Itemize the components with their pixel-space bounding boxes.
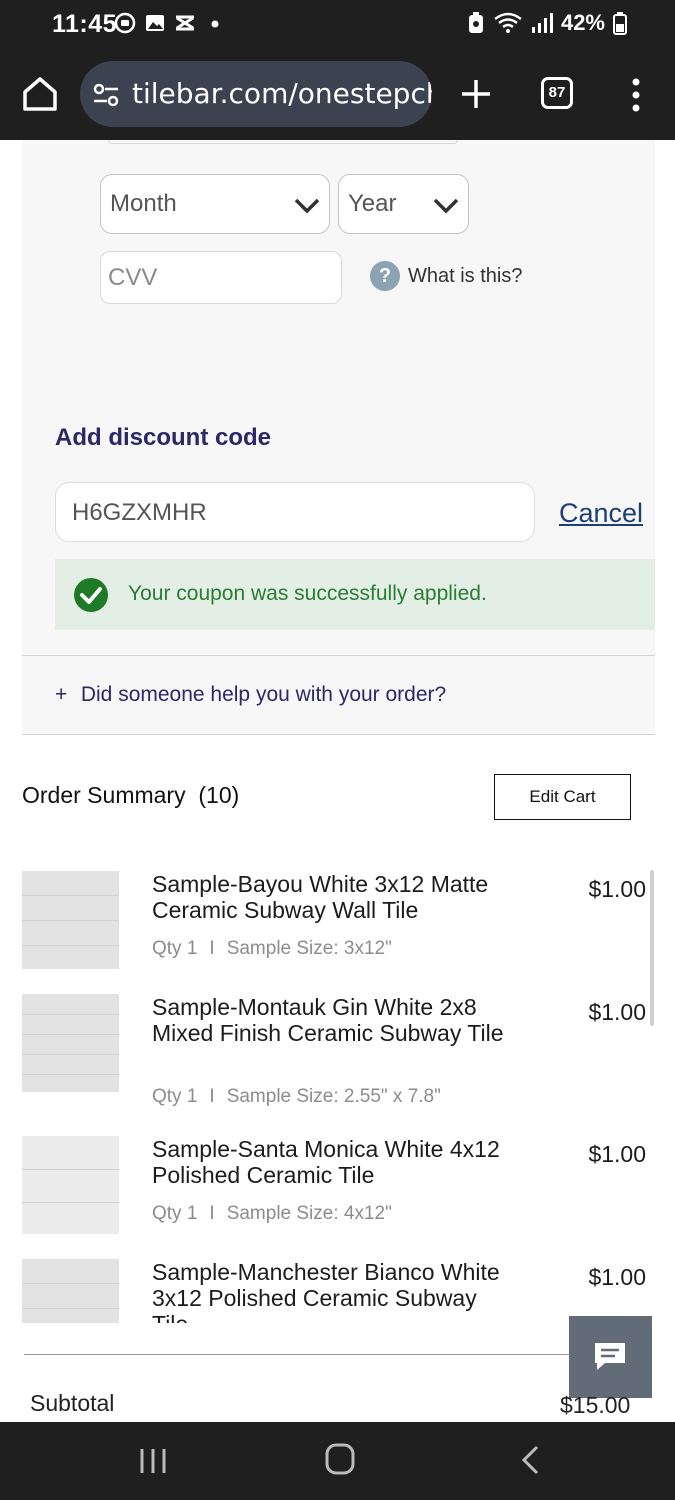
product-thumbnail[interactable] xyxy=(22,1136,119,1234)
product-thumbnail[interactable] xyxy=(22,871,119,969)
meta-separator: I xyxy=(209,1086,215,1107)
order-summary-title: Order Summary (10) xyxy=(22,782,239,809)
product-name[interactable]: Sample-Santa Monica White 4x12 Polished … xyxy=(152,1136,512,1188)
product-qty: Qty 1 xyxy=(152,1203,198,1224)
order-helper-toggle[interactable]: + Did someone help you with your order? xyxy=(55,683,446,707)
cvv-input[interactable]: CVV xyxy=(100,251,342,304)
product-qty: Qty 1 xyxy=(152,1086,198,1107)
back-icon[interactable] xyxy=(518,1444,542,1476)
divider xyxy=(22,655,655,656)
cart-list-scrollbar[interactable] xyxy=(650,870,654,1026)
battery-saver-icon xyxy=(468,12,483,33)
dot-icon xyxy=(211,20,219,28)
cart-item: Sample-Bayou White 3x12 Matte Ceramic Su… xyxy=(22,871,652,981)
cart-items-list[interactable]: Sample-Bayou White 3x12 Matte Ceramic Su… xyxy=(0,860,675,1323)
order-summary-count: (10) xyxy=(198,782,240,808)
cart-item: Sample-Santa Monica White 4x12 Polished … xyxy=(22,1136,652,1246)
chat-button[interactable] xyxy=(569,1316,652,1398)
product-meta: Qty 1 I Sample Size: 2.55" x 7.8" xyxy=(152,1086,441,1108)
subtotal-value: $15.00 xyxy=(560,1392,631,1418)
product-name[interactable]: Sample-Montauk Gin White 2x8 Mixed Finis… xyxy=(152,994,512,1046)
chevron-down-icon xyxy=(433,198,459,214)
meta-separator: I xyxy=(209,938,215,959)
product-price: $1.00 xyxy=(588,876,646,902)
site-settings-icon[interactable] xyxy=(92,81,120,109)
expiry-month-select[interactable]: Month xyxy=(100,174,330,234)
check-circle-icon xyxy=(74,578,108,612)
divider xyxy=(22,734,655,735)
recent-apps-icon[interactable] xyxy=(138,1446,168,1476)
product-meta: Qty 1 I Sample Size: 4x12" xyxy=(152,1203,392,1225)
cart-item: Sample-Manchester Bianco White 3x12 Poli… xyxy=(22,1259,652,1323)
product-price: $1.00 xyxy=(588,1264,646,1290)
order-summary-label: Order Summary xyxy=(22,782,186,808)
coupon-success-message: Your coupon was successfully applied. xyxy=(128,582,487,605)
cvv-placeholder: CVV xyxy=(108,264,158,291)
notification-icons xyxy=(114,12,226,34)
meta-separator: I xyxy=(209,1203,215,1224)
expiry-year-select[interactable]: Year xyxy=(338,174,469,234)
signal-icon xyxy=(531,13,553,33)
system-status: 42% xyxy=(467,10,627,36)
battery-percent: 42% xyxy=(560,10,605,35)
product-sample-size: Sample Size: 2.55" x 7.8" xyxy=(226,1086,441,1107)
cart-item: Sample-Montauk Gin White 2x8 Mixed Finis… xyxy=(22,994,652,1114)
new-tab-icon[interactable] xyxy=(458,76,494,112)
order-helper-label: Did someone help you with your order? xyxy=(80,683,447,706)
discount-code-input[interactable]: H6GZXMHR xyxy=(55,482,535,542)
browser-toolbar: tilebar.com/onestepcheckout 87 xyxy=(0,50,675,140)
product-sample-size: Sample Size: 3x12" xyxy=(226,938,392,959)
capcut-notification-icon xyxy=(176,15,194,31)
product-qty: Qty 1 xyxy=(152,938,198,959)
chevron-down-icon xyxy=(294,198,320,214)
month-select-value: Month xyxy=(110,190,177,217)
coupon-success-alert: Your coupon was successfully applied. xyxy=(55,559,655,630)
address-bar[interactable]: tilebar.com/onestepcheckout xyxy=(80,61,432,127)
help-icon[interactable]: ? xyxy=(370,261,400,291)
status-bar: 11:45 42% xyxy=(0,0,675,50)
edit-cart-button[interactable]: Edit Cart xyxy=(494,774,631,820)
gallery-notification-icon xyxy=(146,15,164,31)
chat-icon xyxy=(595,1343,625,1370)
subtotal-label: Subtotal xyxy=(30,1390,115,1416)
url-text[interactable]: tilebar.com/onestepcheckout xyxy=(132,77,432,110)
what-is-this-link[interactable]: What is this? xyxy=(408,265,522,288)
cancel-discount-link[interactable]: Cancel xyxy=(559,498,643,529)
system-navigation-bar xyxy=(0,1422,675,1500)
home-icon[interactable] xyxy=(20,74,60,114)
discount-code-value: H6GZXMHR xyxy=(72,499,207,526)
overflow-menu-icon[interactable] xyxy=(626,76,646,114)
divider xyxy=(24,1354,569,1355)
wifi-icon xyxy=(494,12,522,33)
plus-icon: + xyxy=(55,683,68,706)
media-notification-icon xyxy=(114,12,136,34)
battery-charging-icon xyxy=(613,12,627,35)
product-name[interactable]: Sample-Bayou White 3x12 Matte Ceramic Su… xyxy=(152,871,512,923)
year-select-value: Year xyxy=(348,190,397,217)
product-sample-size: Sample Size: 4x12" xyxy=(226,1203,392,1224)
product-thumbnail[interactable] xyxy=(22,994,119,1092)
status-time: 11:45 xyxy=(52,10,118,38)
product-name[interactable]: Sample-Manchester Bianco White 3x12 Poli… xyxy=(152,1259,512,1323)
product-meta: Qty 1 I Sample Size: 3x12" xyxy=(152,938,392,960)
product-thumbnail[interactable] xyxy=(22,1259,119,1323)
tab-switcher-button[interactable]: 87 xyxy=(541,77,573,109)
home-nav-icon[interactable] xyxy=(324,1442,356,1476)
card-number-field-edge xyxy=(108,140,458,144)
product-price: $1.00 xyxy=(588,999,646,1025)
product-price: $1.00 xyxy=(588,1141,646,1167)
discount-code-heading: Add discount code xyxy=(55,424,271,451)
